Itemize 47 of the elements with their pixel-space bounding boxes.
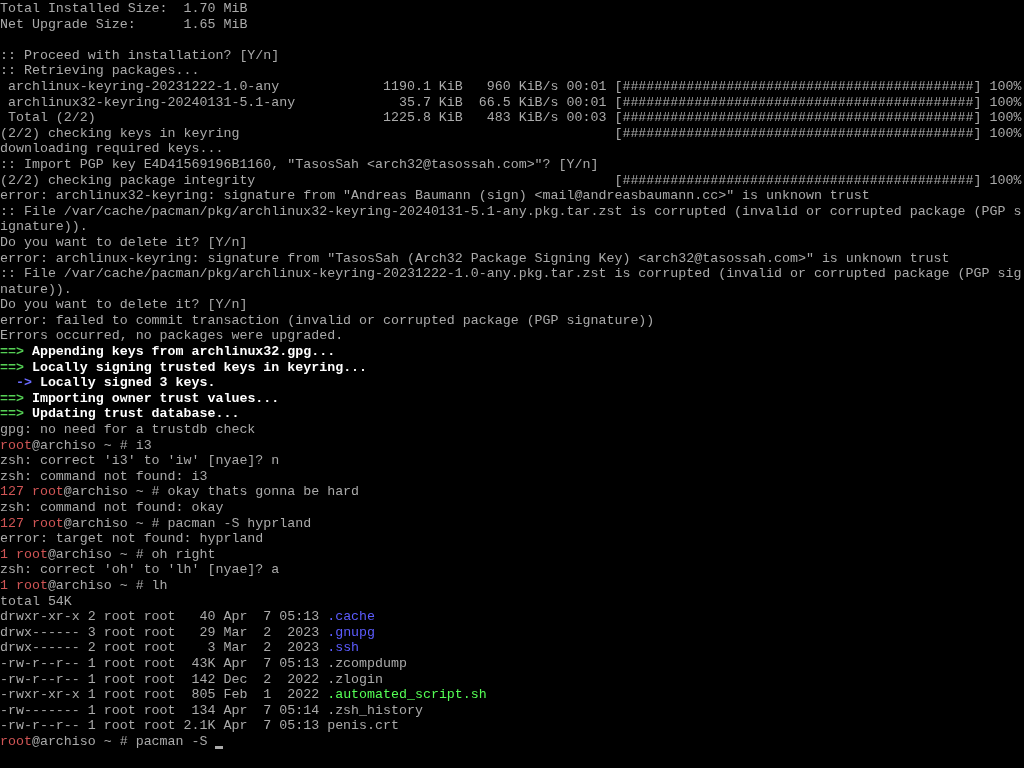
terminal-line: :: File /var/cache/pacman/pkg/archlinux-keyring-20231222-1.0-any.pkg.tar.zst is corrupted (invalid or corrupted package (PGP sig [0,266,1022,282]
terminal-line: 1 root@archiso ~ # oh right [0,546,216,563]
terminal-line: (2/2) checking package integrity [############################################] 100% [0,172,1022,189]
terminal-line: total 54K [0,593,72,610]
terminal-line: root@archiso ~ # pacman -S [0,733,209,750]
terminal-line: error: archlinux-keyring: signature from "TasosSah (Arch32 Package Signing Key) <arch32@tasossah.com>" is unknown trust [0,250,950,267]
terminal-line: zsh: command not found: okay [0,500,224,516]
terminal-line: zsh: correct 'oh' to 'lh' [nyae]? a [0,562,280,578]
terminal-line: archlinux32-keyring-20240131-5.1-any 35.7 KiB 66.5 KiB/s 00:01 [############################################] 100% [6,94,1022,111]
terminal-line: -rwxr-xr-x 1 root root 805 Feb 1 2022 .automated_script.sh [0,687,487,703]
terminal-line: drwxr-xr-x 2 root root 40 Apr 7 05:13 .cache [0,609,376,625]
terminal-line: gpg: no need for a trustdb check [0,422,256,438]
terminal-line: -rw-r--r-- 1 root root 142 Dec 2 2022 .zlogin [0,671,383,688]
terminal-line: Errors occurred, no packages were upgraded. [0,328,344,345]
terminal-line: ==> Locally signing trusted keys in keyring... [0,359,368,376]
terminal-line: :: Import PGP key E4D41569196B1160, "TasosSah <arch32@tasossah.com>"? [Y/n] [0,156,599,173]
terminal-line: :: File /var/cache/pacman/pkg/archlinux32-keyring-20240131-5.1-any.pkg.tar.zst is corrupted (invalid or corrupted package (PGP s [0,203,1022,220]
terminal-line: Net Upgrade Size: 1.65 MiB [0,16,248,33]
terminal-line: 1 root@archiso ~ # lh [0,577,168,594]
terminal-line: error: failed to commit transaction (invalid or corrupted package (PGP signature)) [0,312,655,329]
terminal-line: -rw-r--r-- 1 root root 2.1K Apr 7 05:13 penis.crt [0,718,399,734]
terminal-line: ==> Updating trust database... [0,406,240,423]
terminal-line: 127 root@archiso ~ # okay thats gonna be hard [0,484,360,500]
terminal-line: downloading required keys... [0,141,224,157]
terminal-line: ==> Appending keys from archlinux32.gpg... [0,344,336,360]
terminal-line: :: Proceed with installation? [Y/n] [0,47,280,64]
terminal-line: archlinux-keyring-20231222-1.0-any 1190.1 KiB 960 KiB/s 00:01 [############################################] 100% [6,78,1022,95]
terminal-line: zsh: correct 'i3' to 'iw' [nyae]? n [0,453,280,469]
terminal-line: ==> Importing owner trust values... [0,390,280,407]
terminal-line: :: Retrieving packages... [0,63,200,79]
terminal-line: Total Installed Size: 1.70 MiB [0,1,248,17]
terminal-line: error: target not found: hyprland [0,531,264,547]
terminal-line: nature)). [0,281,72,298]
terminal-line: -rw-r--r-- 1 root root 43K Apr 7 05:13 .zcompdump [0,655,407,672]
terminal-line: Do you want to delete it? [Y/n] [0,297,248,313]
terminal-line: root@archiso ~ # i3 [0,437,152,454]
terminal-line: Do you want to delete it? [Y/n] [0,234,248,251]
terminal-line: -> Locally signed 3 keys. [14,375,216,391]
terminal-line: error: archlinux32-keyring: signature from "Andreas Baumann (sign) <mail@andreasbaumann.cc>" is unknown trust [0,188,870,204]
terminal-line: Total (2/2) 1225.8 KiB 483 KiB/s 00:03 [############################################] 100% [6,110,1022,126]
terminal-line: drwx------ 2 root root 3 Mar 2 2023 .ssh [0,640,360,656]
terminal-line: (2/2) checking keys in keyring [############################################] 100% [0,125,1022,142]
terminal-line: ignature)). [0,219,88,235]
terminal-line: -rw------- 1 root root 134 Apr 7 05:14 .zsh_history [0,702,423,719]
terminal-line: drwx------ 3 root root 29 Mar 2 2023 .gnupg [0,624,376,641]
terminal-line: 127 root@archiso ~ # pacman -S hyprland [0,515,312,532]
terminal-line: zsh: command not found: i3 [0,468,208,485]
